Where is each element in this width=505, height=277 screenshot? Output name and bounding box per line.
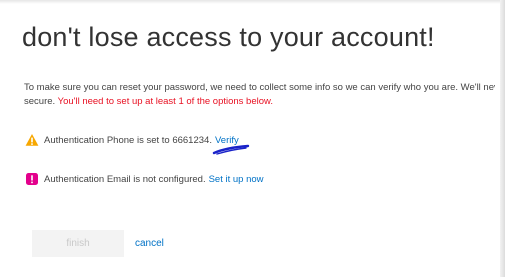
window-right-edge [500, 0, 505, 277]
error-exclamation-icon [25, 172, 39, 186]
instructions-line-1: To make sure you can reset your password… [24, 82, 495, 93]
verify-link-wrap: Verify [212, 135, 250, 155]
requirement-warning: You'll need to set up at least 1 of the … [57, 96, 273, 107]
verify-phone-link[interactable]: Verify [215, 135, 239, 146]
finish-button[interactable]: finish [32, 230, 124, 257]
instructions-text: To make sure you can reset your password… [24, 81, 495, 109]
warning-triangle-icon [25, 133, 39, 147]
page-title: don't lose access to your account! [22, 22, 435, 52]
cancel-link[interactable]: cancel [135, 238, 164, 249]
authentication-phone-status: Authentication Phone is set to 6661234. [44, 134, 212, 146]
set-up-email-link[interactable]: Set it up now [209, 174, 264, 185]
instructions-line-2-prefix: secure. [24, 96, 56, 107]
password-reset-registration-page: don't lose access to your account! To ma… [0, 0, 505, 277]
authentication-phone-row: Authentication Phone is set to 6661234. … [25, 133, 250, 155]
instructions-line-2: secure. You'll need to set up at least 1… [24, 95, 495, 109]
main-content: don't lose access to your account! To ma… [0, 0, 495, 277]
authentication-email-row: Authentication Email is not configured. … [25, 172, 264, 186]
authentication-email-status: Authentication Email is not configured. [44, 173, 206, 185]
